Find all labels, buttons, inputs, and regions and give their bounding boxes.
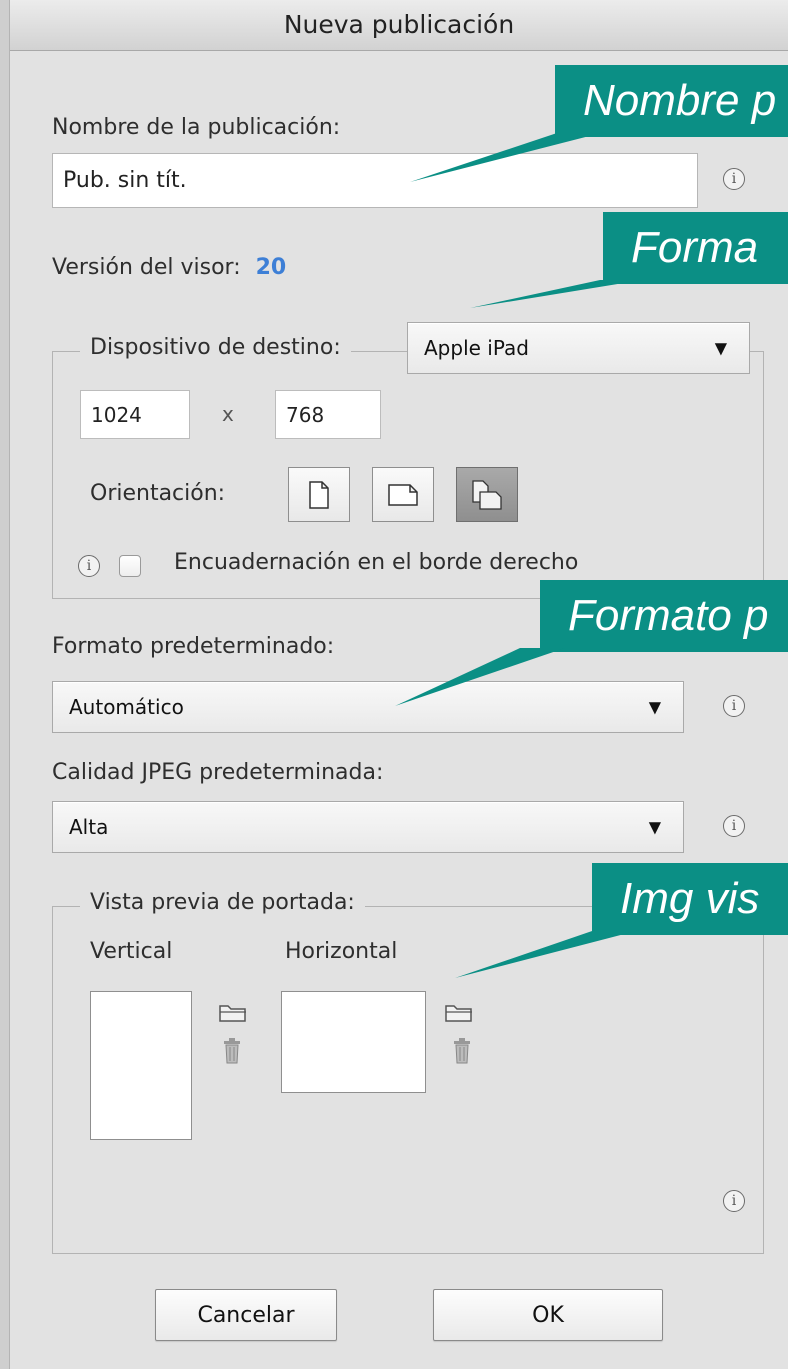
viewer-version-label-text: Versión del visor: — [52, 255, 241, 280]
orientation-both-button[interactable] — [456, 467, 518, 522]
default-format-value: Automático — [69, 695, 184, 719]
publication-name-label: Nombre de la publicación: — [52, 115, 341, 140]
vertical-label: Vertical — [90, 939, 173, 964]
dimension-separator: x — [222, 402, 234, 426]
callout-pointer — [470, 280, 642, 308]
orientation-label: Orientación: — [90, 481, 226, 506]
portrait-page-icon — [309, 480, 329, 509]
width-field[interactable]: 1024 — [80, 390, 190, 439]
right-edge-binding-checkbox[interactable] — [119, 555, 141, 577]
jpeg-quality-select[interactable]: Alta ▼ — [52, 801, 684, 853]
info-icon[interactable]: i — [723, 168, 745, 190]
right-edge-binding-label: Encuadernación en el borde derecho — [174, 550, 579, 575]
jpeg-quality-label: Calidad JPEG predeterminada: — [52, 760, 384, 785]
default-format-select[interactable]: Automático ▼ — [52, 681, 684, 733]
chevron-down-icon: ▼ — [714, 338, 727, 358]
info-icon[interactable]: i — [723, 815, 745, 837]
both-orientations-icon — [472, 479, 502, 510]
callout-preview-image: Img vis — [592, 863, 788, 935]
landscape-page-icon — [388, 483, 418, 506]
target-device-label: Dispositivo de destino: — [80, 335, 351, 360]
callout-default-format: Formato p — [540, 580, 788, 652]
trash-icon[interactable] — [452, 1038, 472, 1064]
chevron-down-icon: ▼ — [648, 697, 661, 717]
info-icon[interactable]: i — [723, 1190, 745, 1212]
default-format-label: Formato predeterminado: — [52, 634, 335, 659]
info-icon[interactable]: i — [723, 695, 745, 717]
cancel-button[interactable]: Cancelar — [155, 1289, 337, 1341]
callout-publication-name: Nombre p — [555, 65, 788, 137]
orientation-landscape-button[interactable] — [372, 467, 434, 522]
callout-pointer — [455, 930, 640, 978]
vertical-preview-thumbnail[interactable] — [90, 991, 192, 1140]
viewer-version-value: 20 — [255, 255, 287, 280]
orientation-portrait-button[interactable] — [288, 467, 350, 522]
callout-pointer — [395, 648, 565, 706]
dialog-title: Nueva publicación — [10, 0, 788, 51]
ok-button[interactable]: OK — [433, 1289, 663, 1341]
trash-icon[interactable] — [222, 1038, 242, 1064]
callout-pointer — [410, 132, 605, 182]
target-device-value: Apple iPad — [424, 336, 529, 360]
folder-icon[interactable] — [444, 1001, 474, 1023]
chevron-down-icon: ▼ — [648, 817, 661, 837]
folder-icon[interactable] — [218, 1001, 248, 1023]
horizontal-preview-thumbnail[interactable] — [281, 991, 426, 1093]
callout-format: Forma — [603, 212, 788, 284]
cover-preview-label: Vista previa de portada: — [80, 890, 365, 915]
height-field[interactable]: 768 — [275, 390, 381, 439]
window-edge — [0, 0, 10, 1369]
target-device-select[interactable]: Apple iPad ▼ — [407, 322, 750, 374]
info-icon[interactable]: i — [78, 555, 100, 577]
jpeg-quality-value: Alta — [69, 815, 109, 839]
viewer-version-label: Versión del visor: 20 — [52, 255, 286, 280]
horizontal-label: Horizontal — [285, 939, 398, 964]
